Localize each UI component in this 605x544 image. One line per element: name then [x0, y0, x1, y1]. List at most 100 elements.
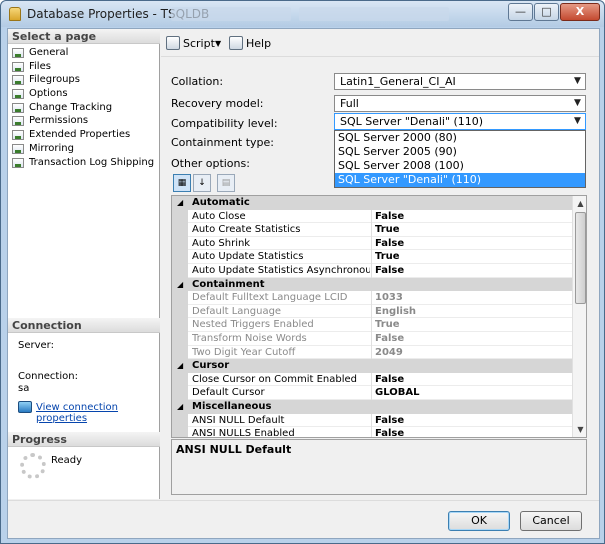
- sidebar-item-filegroups[interactable]: Filegroups: [10, 73, 154, 87]
- grid-row[interactable]: Transform Noise Words False: [172, 332, 572, 346]
- chevron-down-icon[interactable]: ▼: [570, 96, 585, 111]
- property-name: Auto Close: [192, 210, 246, 222]
- sidebar-item-label: Change Tracking: [29, 101, 113, 113]
- property-grid-toolbar: ▦ ↓ ▤: [173, 174, 235, 192]
- property-name: ANSI NULLS Enabled: [192, 428, 295, 438]
- grid-row[interactable]: Default Cursor GLOBAL: [172, 386, 572, 400]
- property-name: Default Language: [192, 305, 282, 317]
- property-value[interactable]: 1033: [375, 291, 403, 305]
- grid-row[interactable]: Default Language English: [172, 304, 572, 319]
- property-name: Transform Noise Words: [192, 333, 307, 344]
- dropdown-option[interactable]: SQL Server 2000 (80): [335, 131, 585, 145]
- column-divider: [371, 427, 372, 437]
- sidebar-item-general[interactable]: General: [10, 46, 154, 60]
- recovery-model-select[interactable]: Full ▼: [334, 95, 586, 112]
- property-value[interactable]: False: [375, 237, 404, 251]
- scroll-thumb[interactable]: [575, 212, 586, 304]
- connection-properties-icon[interactable]: [18, 401, 32, 413]
- compatibility-level-select[interactable]: SQL Server "Denali" (110) ▼: [334, 113, 586, 130]
- minimize-button[interactable]: —: [508, 3, 533, 21]
- dialog-footer: OK Cancel: [8, 500, 599, 538]
- title-bar[interactable]: Database Properties - TSQLDB — □ X: [1, 1, 604, 27]
- grid-category[interactable]: ◢ Containment: [172, 277, 572, 292]
- close-button[interactable]: X: [560, 3, 600, 21]
- page-icon: [12, 102, 24, 113]
- property-value[interactable]: False: [375, 427, 404, 437]
- grid-row[interactable]: Auto Update Statistics True: [172, 250, 572, 264]
- maximize-button[interactable]: □: [534, 3, 559, 21]
- sort-alphabetical-icon[interactable]: ↓: [193, 174, 211, 192]
- category-label: Containment: [192, 278, 265, 290]
- collapse-icon[interactable]: ◢: [177, 196, 183, 210]
- collapse-icon[interactable]: ◢: [177, 359, 183, 373]
- property-value[interactable]: False: [375, 210, 404, 224]
- property-value[interactable]: False: [375, 332, 404, 346]
- sidebar-item-transaction-log-shipping[interactable]: Transaction Log Shipping: [10, 156, 154, 170]
- view-connection-properties-link[interactable]: View connection properties: [36, 402, 159, 424]
- chevron-down-icon[interactable]: ▼: [570, 74, 585, 89]
- connection-value: sa: [18, 383, 30, 394]
- sidebar-item-permissions[interactable]: Permissions: [10, 114, 154, 128]
- property-value[interactable]: GLOBAL: [375, 386, 419, 400]
- categorized-icon[interactable]: ▦: [173, 174, 191, 192]
- collapse-icon[interactable]: ◢: [177, 400, 183, 414]
- grid-scrollbar[interactable]: ▲ ▼: [572, 196, 586, 437]
- property-value[interactable]: False: [375, 373, 404, 387]
- dropdown-option[interactable]: SQL Server "Denali" (110): [335, 173, 585, 187]
- script-icon[interactable]: [166, 36, 180, 50]
- property-value[interactable]: 2049: [375, 346, 403, 360]
- grid-row[interactable]: Default Fulltext Language LCID 1033: [172, 291, 572, 305]
- sidebar-item-extended-properties[interactable]: Extended Properties: [10, 128, 154, 142]
- sidebar-item-label: Filegroups: [29, 74, 80, 86]
- sidebar-item-options[interactable]: Options: [10, 87, 154, 101]
- dialog-client: Select a page General Files Filegroups Opti…: [7, 28, 600, 539]
- grid-row[interactable]: Auto Create Statistics True: [172, 223, 572, 237]
- property-value[interactable]: True: [375, 250, 400, 264]
- grid-row[interactable]: ANSI NULL Default False: [172, 413, 572, 428]
- grid-category[interactable]: ◢ Miscellaneous: [172, 400, 572, 414]
- property-value[interactable]: False: [375, 264, 404, 278]
- grid-row[interactable]: Two Digit Year Cutoff 2049: [172, 345, 572, 360]
- scroll-down-icon[interactable]: ▼: [573, 422, 586, 437]
- script-dropdown-chevron-down-icon[interactable]: ▼: [215, 39, 221, 48]
- grid-row[interactable]: Close Cursor on Commit Enabled False: [172, 372, 572, 387]
- property-value[interactable]: False: [375, 414, 404, 428]
- property-name: Auto Update Statistics Asynchronously: [192, 265, 370, 276]
- dropdown-option[interactable]: SQL Server 2005 (90): [335, 145, 585, 159]
- blurred-tab: [171, 7, 291, 21]
- property-value[interactable]: True: [375, 223, 400, 237]
- sidebar-item-mirroring[interactable]: Mirroring: [10, 142, 154, 156]
- grid-category[interactable]: ◢ Cursor: [172, 359, 572, 373]
- property-pages-icon[interactable]: ▤: [217, 174, 235, 192]
- ok-button[interactable]: OK: [448, 511, 510, 531]
- sidebar-item-label: General: [29, 47, 69, 58]
- collapse-icon[interactable]: ◢: [177, 278, 183, 292]
- property-value[interactable]: English: [375, 305, 416, 319]
- grid-row[interactable]: Auto Close False: [172, 209, 572, 224]
- sidebar-item-label: Extended Properties: [29, 129, 131, 141]
- cancel-button[interactable]: Cancel: [520, 511, 582, 531]
- row-gutter: [172, 223, 188, 237]
- chevron-down-icon[interactable]: ▼: [570, 114, 585, 129]
- compatibility-level-dropdown[interactable]: SQL Server 2000 (80) SQL Server 2005 (90)…: [334, 130, 586, 188]
- column-divider: [371, 413, 372, 428]
- property-grid[interactable]: ▲ ▼ ◢ Automatic Auto Close False Auto Create…: [171, 195, 587, 438]
- progress-spinner-icon: [20, 453, 46, 479]
- column-divider: [371, 372, 372, 387]
- sidebar-item-change-tracking[interactable]: Change Tracking: [10, 101, 154, 115]
- sidebar-item-files[interactable]: Files: [10, 60, 154, 74]
- grid-row[interactable]: Auto Shrink False: [172, 236, 572, 251]
- grid-row[interactable]: Auto Update Statistics Asynchronously Fal…: [172, 264, 572, 278]
- grid-row[interactable]: Nested Triggers Enabled True: [172, 318, 572, 332]
- grid-category[interactable]: ◢ Automatic: [172, 196, 572, 210]
- page-icon: [12, 48, 24, 58]
- grid-row[interactable]: ANSI NULLS Enabled False: [172, 427, 572, 438]
- script-button[interactable]: Script: [183, 37, 215, 50]
- row-gutter: [172, 291, 188, 305]
- collation-select[interactable]: Latin1_General_CI_AI ▼: [334, 73, 586, 90]
- dropdown-option[interactable]: SQL Server 2008 (100): [335, 159, 585, 173]
- help-icon[interactable]: [229, 36, 243, 50]
- help-button[interactable]: Help: [246, 37, 271, 50]
- property-value[interactable]: True: [375, 318, 400, 332]
- scroll-up-icon[interactable]: ▲: [573, 196, 586, 211]
